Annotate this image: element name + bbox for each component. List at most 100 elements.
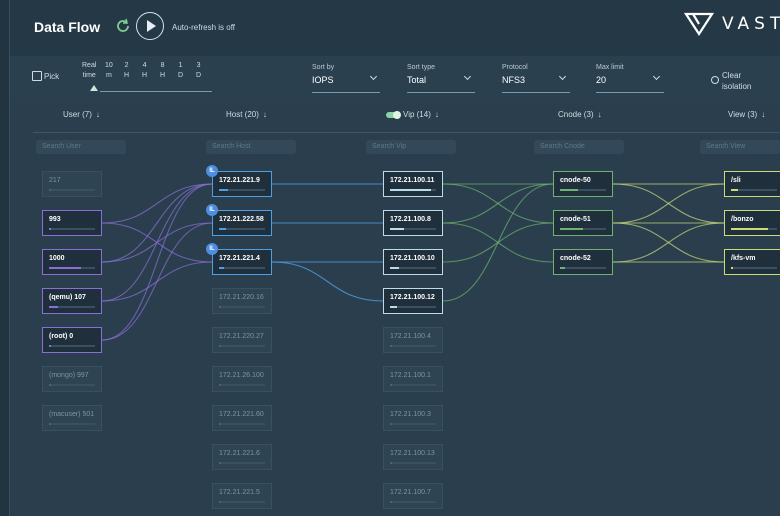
user-node-label: 1000: [49, 255, 65, 262]
host-node-load-bar: [219, 423, 265, 425]
vip-node-label: 172.21.100.3: [390, 411, 431, 418]
host-node-load-bar: [219, 189, 265, 191]
user-node-label: 217: [49, 177, 61, 184]
host-node-load-fill: [219, 384, 221, 386]
cnode-node[interactable]: cnode-52: [553, 249, 613, 275]
vip-node[interactable]: 172.21.100.1: [383, 366, 443, 392]
view-node-load-fill: [731, 267, 733, 269]
user-node-load-fill: [49, 306, 58, 308]
host-node-label: 172.21.220.27: [219, 333, 264, 340]
host-node[interactable]: 172.21.221.5: [212, 483, 272, 509]
view-node-load-fill: [731, 189, 738, 191]
flow-link: [101, 183, 213, 263]
vip-node[interactable]: 172.21.100.12: [383, 288, 443, 314]
host-node-label: 172.21.222.58: [219, 216, 264, 223]
flow-link: [101, 183, 213, 341]
vip-node-load-bar: [390, 345, 436, 347]
vip-node-load-fill: [390, 501, 392, 503]
vip-node-load-bar: [390, 423, 436, 425]
cnode-node-load-bar: [560, 267, 606, 269]
user-node[interactable]: 217: [42, 171, 102, 197]
user-node[interactable]: (macuser) 501: [42, 405, 102, 431]
vip-node[interactable]: 172.21.100.8: [383, 210, 443, 236]
user-node[interactable]: (root) 0: [42, 327, 102, 353]
view-node[interactable]: /kfs-vm: [724, 249, 780, 275]
user-node-load-fill: [49, 345, 51, 347]
host-node[interactable]: 172.21.26.100: [212, 366, 272, 392]
isolation-badge: IL: [206, 243, 218, 255]
host-node[interactable]: 172.21.220.16: [212, 288, 272, 314]
host-node-load-fill: [219, 501, 221, 503]
host-node-label: 172.21.221.9: [219, 177, 260, 184]
host-node-load-fill: [219, 306, 221, 308]
host-node[interactable]: 172.21.221.9: [212, 171, 272, 197]
host-node[interactable]: 172.21.221.60: [212, 405, 272, 431]
user-node[interactable]: 993: [42, 210, 102, 236]
cnode-node-load-bar: [560, 189, 606, 191]
cnode-node-load-fill: [560, 228, 583, 230]
user-node-load-bar: [49, 423, 95, 425]
vip-node[interactable]: 172.21.100.3: [383, 405, 443, 431]
host-node-load-bar: [219, 306, 265, 308]
host-node[interactable]: 172.21.222.58: [212, 210, 272, 236]
host-node[interactable]: 172.21.221.4: [212, 249, 272, 275]
user-node-load-bar: [49, 345, 95, 347]
user-node-load-fill: [49, 384, 51, 386]
cnode-node[interactable]: cnode-51: [553, 210, 613, 236]
view-node-load-bar: [731, 228, 777, 230]
cnode-node-load-bar: [560, 228, 606, 230]
vip-node-load-bar: [390, 189, 436, 191]
vip-node-load-bar: [390, 306, 436, 308]
view-node[interactable]: /sli: [724, 171, 780, 197]
vip-node-label: 172.21.100.7: [390, 489, 431, 496]
view-node[interactable]: /bonzo: [724, 210, 780, 236]
cnode-node-label: cnode-51: [560, 216, 591, 223]
user-node-load-bar: [49, 267, 95, 269]
cnode-node-load-fill: [560, 189, 578, 191]
flow-link: [101, 183, 213, 302]
flow-link: [271, 261, 384, 302]
vip-node[interactable]: 172.21.100.7: [383, 483, 443, 509]
host-node-load-bar: [219, 345, 265, 347]
isolation-badge: IL: [206, 204, 218, 216]
host-node[interactable]: 172.21.220.27: [212, 327, 272, 353]
flow-link: [442, 183, 554, 224]
vip-node-label: 172.21.100.10: [390, 255, 435, 262]
host-node-label: 172.21.221.6: [219, 450, 260, 457]
vip-node-load-fill: [390, 345, 392, 347]
user-node-load-bar: [49, 306, 95, 308]
host-node-load-bar: [219, 228, 265, 230]
view-node-label: /kfs-vm: [731, 255, 756, 262]
host-node-load-bar: [219, 384, 265, 386]
host-node-load-fill: [219, 228, 226, 230]
vip-node-load-bar: [390, 228, 436, 230]
vip-node-label: 172.21.100.8: [390, 216, 431, 223]
user-node-label: (qemu) 107: [49, 294, 86, 301]
user-node[interactable]: (qemu) 107: [42, 288, 102, 314]
vip-node-load-fill: [390, 306, 397, 308]
isolation-badge: IL: [206, 165, 218, 177]
cnode-node[interactable]: cnode-50: [553, 171, 613, 197]
user-node[interactable]: (mongo) 997: [42, 366, 102, 392]
vip-node[interactable]: 172.21.100.4: [383, 327, 443, 353]
host-node-load-bar: [219, 501, 265, 503]
host-node[interactable]: 172.21.221.6: [212, 444, 272, 470]
user-node[interactable]: 1000: [42, 249, 102, 275]
vip-node-label: 172.21.100.12: [390, 294, 435, 301]
flow-link: [101, 222, 213, 341]
host-node-load-fill: [219, 267, 224, 269]
view-node-load-fill: [731, 228, 768, 230]
host-node-label: 172.21.221.5: [219, 489, 260, 496]
vip-node-label: 172.21.100.13: [390, 450, 435, 457]
host-node-load-fill: [219, 345, 221, 347]
host-node-label: 172.21.221.60: [219, 411, 264, 418]
vip-node[interactable]: 172.21.100.10: [383, 249, 443, 275]
vip-node-load-fill: [390, 462, 392, 464]
vip-node-load-fill: [390, 189, 431, 191]
user-node-load-fill: [49, 423, 51, 425]
view-node-load-bar: [731, 189, 777, 191]
vip-node[interactable]: 172.21.100.11: [383, 171, 443, 197]
user-node-load-fill: [49, 267, 81, 269]
vip-node[interactable]: 172.21.100.13: [383, 444, 443, 470]
cnode-node-label: cnode-50: [560, 177, 591, 184]
